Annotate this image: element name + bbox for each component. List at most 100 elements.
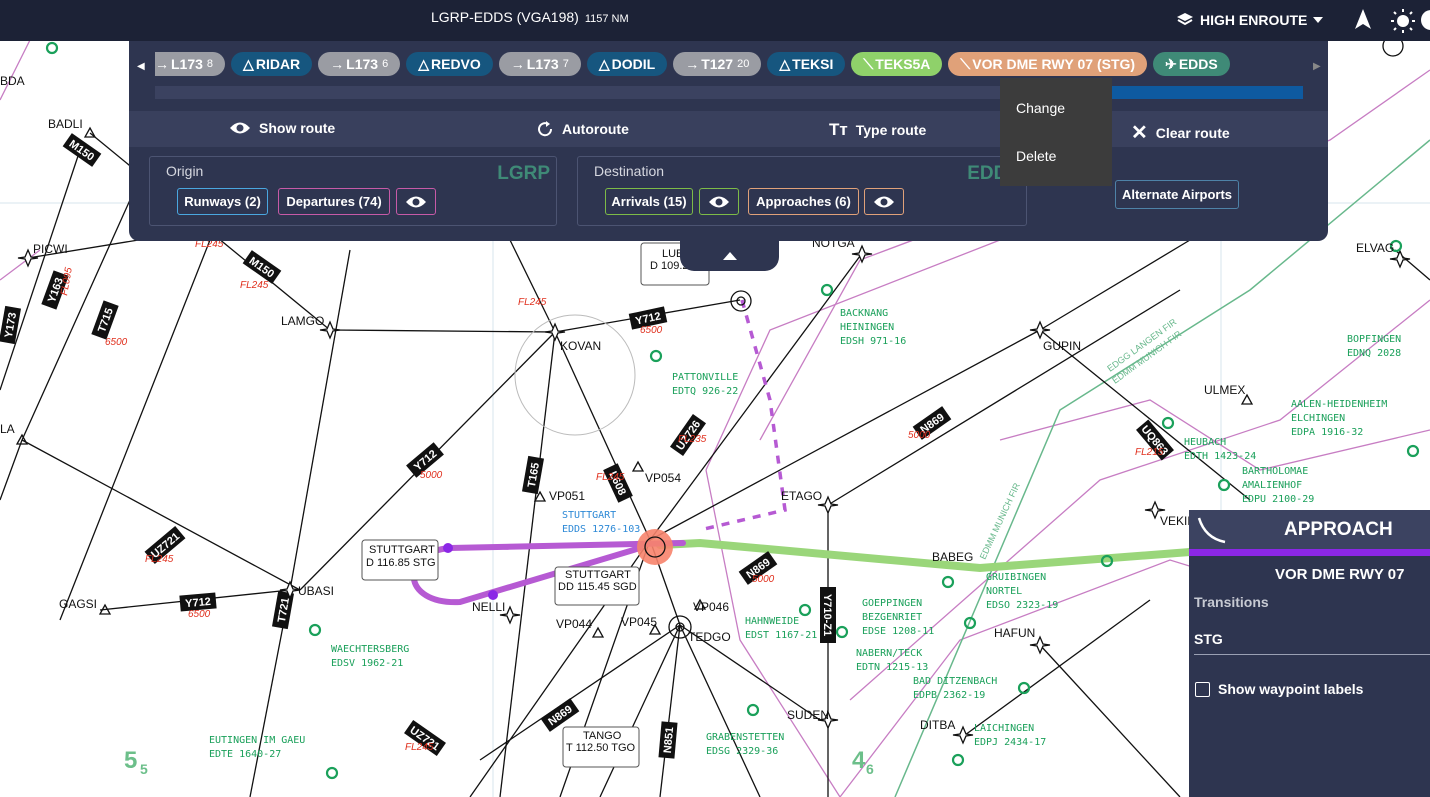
svg-text:EDTH 1423-24: EDTH 1423-24 [1184, 451, 1256, 462]
svg-text:6500: 6500 [640, 325, 663, 336]
destination-box: Destination EDDS Arrivals (15) Approache… [577, 156, 1027, 226]
svg-text:5: 5 [140, 761, 148, 777]
route-chip-label: T127 [701, 56, 734, 72]
svg-text:ULMEX: ULMEX [1204, 383, 1245, 397]
svg-text:EDSH 971-16: EDSH 971-16 [840, 336, 906, 347]
svg-text:HEUBACH: HEUBACH [1184, 437, 1226, 448]
route-chip-airway[interactable]: → L173 8 [155, 52, 226, 76]
svg-text:FL245: FL245 [596, 472, 625, 483]
route-chip-airway[interactable]: → T127 20 [673, 52, 762, 76]
chart-layer-dropdown[interactable]: HIGH ENROUTE [1176, 12, 1324, 28]
svg-text:HEININGEN: HEININGEN [840, 322, 894, 333]
settings-icon[interactable] [1421, 10, 1430, 30]
svg-text:NELLI: NELLI [472, 600, 505, 614]
route-title-text: LGRP-EDDS (VGA198) [431, 9, 579, 25]
eye-icon [709, 196, 729, 207]
collapse-panel-button[interactable] [680, 241, 779, 271]
route-chip-airway[interactable]: → L173 7 [498, 52, 581, 76]
approaches-button[interactable]: Approaches (6) [748, 188, 859, 215]
landing-icon: ✈ [1165, 55, 1177, 72]
svg-text:EUTINGEN IM GAEU: EUTINGEN IM GAEU [209, 735, 305, 746]
eye-icon [874, 196, 894, 207]
route-chip-apt[interactable]: ✈ EDDS [1153, 52, 1230, 76]
svg-text:BEZGENRIET: BEZGENRIET [862, 612, 922, 623]
svg-text:Y710-Z1: Y710-Z1 [821, 594, 833, 636]
chip-context-menu: Change Delete [1000, 78, 1112, 186]
svg-text:EDTE 1640-27: EDTE 1640-27 [209, 749, 281, 760]
route-chip-wp[interactable]: △ REDVO [406, 52, 493, 76]
departures-eye-button[interactable] [396, 188, 436, 215]
route-chip-wp[interactable]: △ TEKSI [767, 52, 846, 76]
arrivals-eye-button[interactable] [699, 188, 739, 215]
brightness-icon[interactable] [1391, 9, 1415, 38]
route-chip-wp[interactable]: △ DODIL [586, 52, 668, 76]
svg-text:EDSV 1962-21: EDSV 1962-21 [331, 658, 403, 669]
svg-text:EDTQ 926-22: EDTQ 926-22 [672, 386, 738, 397]
svg-text:BARTHOLOMAE: BARTHOLOMAE [1242, 466, 1308, 477]
delete-menu-item[interactable]: Delete [1016, 148, 1056, 164]
refresh-icon [538, 121, 553, 137]
scroll-left-icon[interactable]: ◀ [137, 61, 145, 72]
route-panel: ◀ ▶ → L173 8 △ RIDAR → L173 6 △ REDVO → L173 7 △… [129, 41, 1328, 241]
route-chip-airway[interactable]: → L173 6 [318, 52, 401, 76]
svg-text:HAFUN: HAFUN [994, 626, 1035, 640]
runways-button[interactable]: Runways (2) [177, 188, 268, 215]
svg-text:VP045: VP045 [621, 615, 657, 629]
route-distance: 1157 NM [584, 13, 629, 25]
svg-text:LAICHINGEN: LAICHINGEN [974, 723, 1034, 734]
origin-label: Origin [166, 163, 204, 179]
autoroute-button[interactable]: Autoroute [536, 120, 629, 138]
approach-procedure-name: VOR DME RWY 07 [1275, 566, 1405, 583]
svg-text:6500: 6500 [188, 609, 211, 620]
svg-text:KOVAN: KOVAN [560, 339, 601, 353]
svg-text:4: 4 [852, 747, 866, 774]
svg-text:NORTEL: NORTEL [986, 586, 1022, 597]
clear-route-button[interactable]: ✕ Clear route [1131, 120, 1230, 145]
scroll-right-icon[interactable]: ▶ [1313, 61, 1321, 72]
navigation-arrow-icon[interactable] [1354, 8, 1372, 35]
svg-text:FL215: FL215 [1135, 447, 1164, 458]
eye-icon [230, 122, 250, 134]
svg-text:FL245: FL245 [405, 742, 434, 753]
svg-text:BADLI: BADLI [48, 117, 83, 131]
route-chip-wp[interactable]: △ RIDAR [231, 52, 313, 76]
route-scroll-thumb[interactable] [1107, 86, 1303, 99]
svg-text:LAMGO: LAMGO [281, 314, 324, 328]
svg-text:FL245: FL245 [145, 554, 174, 565]
route-chip-count: 7 [562, 58, 569, 70]
route-chip-label: L173 [346, 56, 379, 72]
type-route-button[interactable]: Tт Type route [829, 120, 926, 140]
route-chip-app[interactable]: ⟍ VOR DME RWY 07 (STG) [948, 52, 1148, 76]
chevron-up-icon [722, 252, 737, 260]
svg-text:FL245: FL245 [518, 297, 547, 308]
route-actions-bar: Show route Autoroute Tт Type route ✕ Cle… [129, 111, 1328, 147]
route-chip-label: REDVO [431, 56, 481, 72]
svg-text:5: 5 [124, 747, 137, 774]
waypoint-labels-checkbox[interactable]: Show waypoint labels [1195, 681, 1363, 697]
type-route-label: Type route [855, 122, 927, 138]
transitions-label: Transitions [1194, 594, 1269, 610]
show-route-button[interactable]: Show route [229, 120, 335, 136]
svg-text:STUTTGART: STUTTGART [369, 544, 435, 556]
approach-panel-header: APPROACH [1189, 510, 1430, 549]
arrivals-button[interactable]: Arrivals (15) [605, 188, 693, 215]
change-menu-item[interactable]: Change [1016, 100, 1065, 116]
route-chip-sid[interactable]: ⟍ TEKS5A [851, 52, 943, 76]
svg-text:Y712: Y712 [185, 596, 212, 610]
approaches-eye-button[interactable] [864, 188, 904, 215]
transition-select[interactable]: STG [1194, 631, 1223, 647]
approach-color-bar [1189, 549, 1430, 556]
svg-text:DD 115.45 SGD: DD 115.45 SGD [558, 581, 637, 593]
route-scroll-track[interactable] [155, 86, 1303, 99]
origin-code: LGRP [497, 163, 550, 184]
svg-text:STUTTGART: STUTTGART [565, 569, 631, 581]
approach-panel-title: APPROACH [1284, 519, 1393, 540]
departures-button[interactable]: Departures (74) [278, 188, 390, 215]
checkbox-icon[interactable] [1195, 681, 1210, 697]
svg-text:TANGO: TANGO [583, 730, 622, 742]
procedure-icon: ⟍ [960, 55, 971, 72]
svg-text:LA: LA [0, 422, 15, 436]
svg-text:WAECHTERSBERG: WAECHTERSBERG [331, 644, 409, 655]
alternate-airports-button[interactable]: Alternate Airports [1115, 180, 1239, 209]
route-title: LGRP-EDDS (VGA198) 1157 NM [431, 9, 629, 25]
